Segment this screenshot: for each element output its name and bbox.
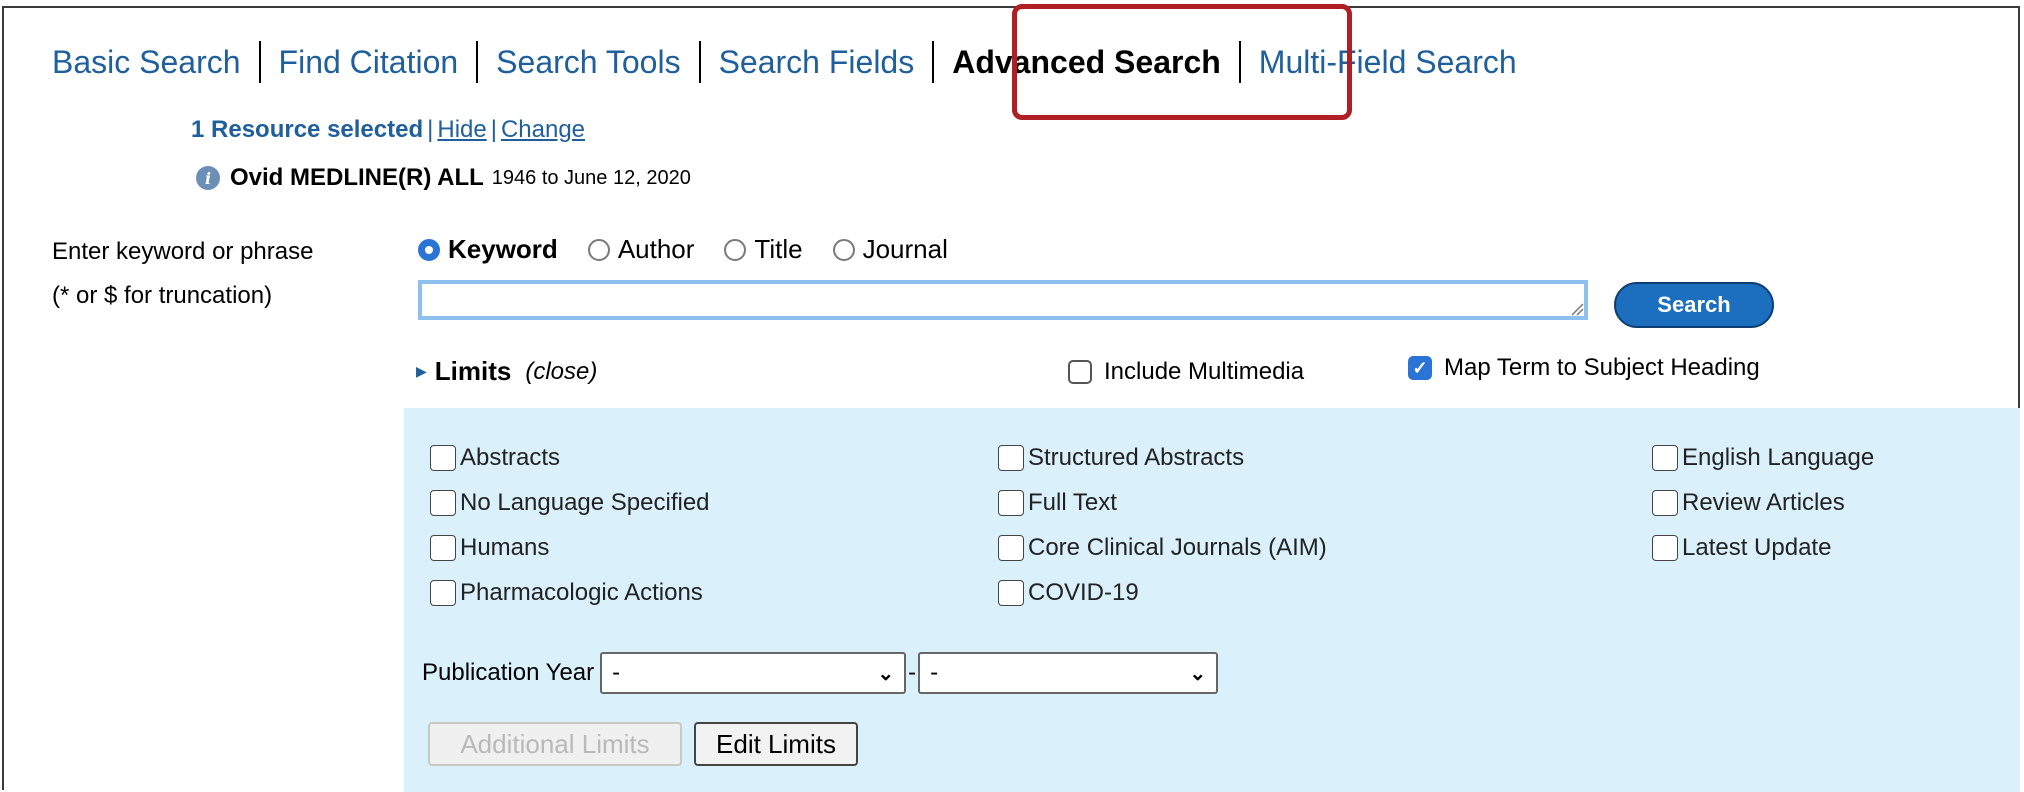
map-term-label: Map Term to Subject Heading — [1444, 354, 1760, 381]
limit-label: Structured Abstracts — [1028, 444, 1245, 471]
limit-checkbox[interactable] — [430, 445, 456, 471]
tab-basic-search[interactable]: Basic Search — [52, 44, 241, 81]
limit-latest-update[interactable]: Latest Update — [1652, 534, 1831, 562]
limit-label: No Language Specified — [460, 489, 710, 516]
limit-humans[interactable]: Humans — [430, 534, 549, 562]
radio-label: Title — [754, 234, 803, 264]
radio-keyword[interactable]: Keyword — [418, 234, 558, 265]
limit-label: Latest Update — [1682, 534, 1832, 561]
limit-covid-19[interactable]: COVID-19 — [998, 579, 1139, 607]
radio-journal[interactable]: Journal — [832, 234, 948, 265]
hide-link[interactable]: Hide — [437, 116, 486, 143]
link-separator: | — [427, 116, 434, 143]
search-input[interactable] — [418, 280, 1588, 320]
edit-limits-button[interactable]: Edit Limits — [694, 722, 858, 766]
map-term-option[interactable]: ✓ Map Term to Subject Heading — [1408, 354, 1760, 382]
limit-checkbox[interactable] — [998, 445, 1024, 471]
include-multimedia-checkbox[interactable] — [1068, 360, 1092, 384]
publication-year-row: Publication Year - ⌄ - - ⌄ — [422, 652, 1219, 694]
limits-close-link[interactable]: (close) — [525, 358, 597, 386]
link-separator: | — [490, 116, 497, 143]
radio-label: Author — [617, 234, 695, 264]
limit-checkbox[interactable] — [430, 580, 456, 606]
radio-label: Keyword — [448, 234, 558, 264]
limit-label: Humans — [460, 534, 550, 561]
include-multimedia-label: Include Multimedia — [1104, 358, 1305, 385]
publication-year-label: Publication Year — [422, 659, 595, 686]
radio-button-selected[interactable] — [418, 238, 440, 261]
select-value: - — [930, 659, 939, 686]
radio-button[interactable] — [832, 238, 855, 261]
limit-label: Core Clinical Journals (AIM) — [1028, 534, 1327, 561]
limit-label: Pharmacologic Actions — [460, 579, 703, 606]
radio-label: Journal — [862, 234, 948, 264]
resource-selection: 1 Resource selected | Hide | Change — [191, 116, 585, 144]
truncation-hint: (* or $ for truncation) — [52, 282, 273, 309]
resource-selected-text: 1 Resource selected — [191, 116, 424, 143]
limit-label: COVID-19 — [1028, 579, 1139, 606]
limit-checkbox[interactable] — [1652, 535, 1678, 561]
limit-review-articles[interactable]: Review Articles — [1652, 489, 1845, 517]
limit-checkbox[interactable] — [1652, 490, 1678, 516]
map-term-checkbox[interactable]: ✓ — [1408, 356, 1432, 380]
limit-english-language[interactable]: English Language — [1652, 444, 1874, 472]
year-range-dash: - — [908, 659, 917, 686]
resize-grip-icon[interactable] — [1568, 300, 1584, 316]
limit-core-clinical-journals[interactable]: Core Clinical Journals (AIM) — [998, 534, 1327, 562]
limits-label: Limits — [434, 356, 512, 386]
limit-label: Review Articles — [1682, 489, 1845, 516]
database-name: Ovid MEDLINE(R) ALL — [230, 164, 484, 191]
limit-checkbox[interactable] — [998, 535, 1024, 561]
limit-structured-abstracts[interactable]: Structured Abstracts — [998, 444, 1244, 472]
tab-separator — [698, 41, 701, 83]
radio-title[interactable]: Title — [724, 234, 803, 265]
limit-abstracts[interactable]: Abstracts — [430, 444, 560, 472]
tab-separator — [932, 41, 935, 83]
search-mode-group: Keyword Author Title Journal — [418, 234, 978, 265]
tab-find-citation[interactable]: Find Citation — [279, 44, 459, 81]
search-label: Enter keyword or phrase — [52, 238, 314, 265]
additional-limits-button[interactable]: Additional Limits — [428, 722, 682, 766]
radio-button[interactable] — [724, 238, 747, 261]
include-multimedia-option[interactable]: Include Multimedia — [1068, 358, 1304, 386]
tab-separator — [258, 41, 261, 83]
tab-separator — [476, 41, 479, 83]
info-icon[interactable]: i — [196, 166, 220, 190]
publication-year-from-select[interactable]: - ⌄ — [600, 652, 907, 694]
limit-checkbox[interactable] — [998, 580, 1024, 606]
expand-triangle-icon: ▶ — [416, 363, 427, 379]
limit-checkbox[interactable] — [1652, 445, 1678, 471]
limit-label: Abstracts — [460, 444, 561, 471]
active-tab-highlight — [1012, 4, 1352, 120]
limit-checkbox[interactable] — [430, 490, 456, 516]
database-info: i Ovid MEDLINE(R) ALL 1946 to June 12, 2… — [196, 164, 691, 192]
radio-author[interactable]: Author — [587, 234, 695, 265]
search-button[interactable]: Search — [1614, 282, 1774, 328]
radio-button[interactable] — [587, 238, 610, 261]
chevron-down-icon: ⌄ — [877, 662, 895, 685]
limits-toggle[interactable]: ▶ Limits (close) — [416, 356, 597, 387]
publication-year-to-select[interactable]: - ⌄ — [918, 652, 1219, 694]
limit-checkbox[interactable] — [430, 535, 456, 561]
limit-no-language-specified[interactable]: No Language Specified — [430, 489, 710, 517]
tab-search-fields[interactable]: Search Fields — [719, 44, 915, 81]
limit-full-text[interactable]: Full Text — [998, 489, 1117, 517]
limit-pharmacologic-actions[interactable]: Pharmacologic Actions — [430, 579, 703, 607]
tab-search-tools[interactable]: Search Tools — [496, 44, 680, 81]
limit-label: English Language — [1682, 444, 1875, 471]
change-link[interactable]: Change — [501, 116, 585, 143]
database-range: 1946 to June 12, 2020 — [491, 166, 691, 189]
limit-checkbox[interactable] — [998, 490, 1024, 516]
limit-label: Full Text — [1028, 489, 1117, 516]
chevron-down-icon: ⌄ — [1189, 662, 1207, 685]
select-value: - — [612, 659, 621, 686]
